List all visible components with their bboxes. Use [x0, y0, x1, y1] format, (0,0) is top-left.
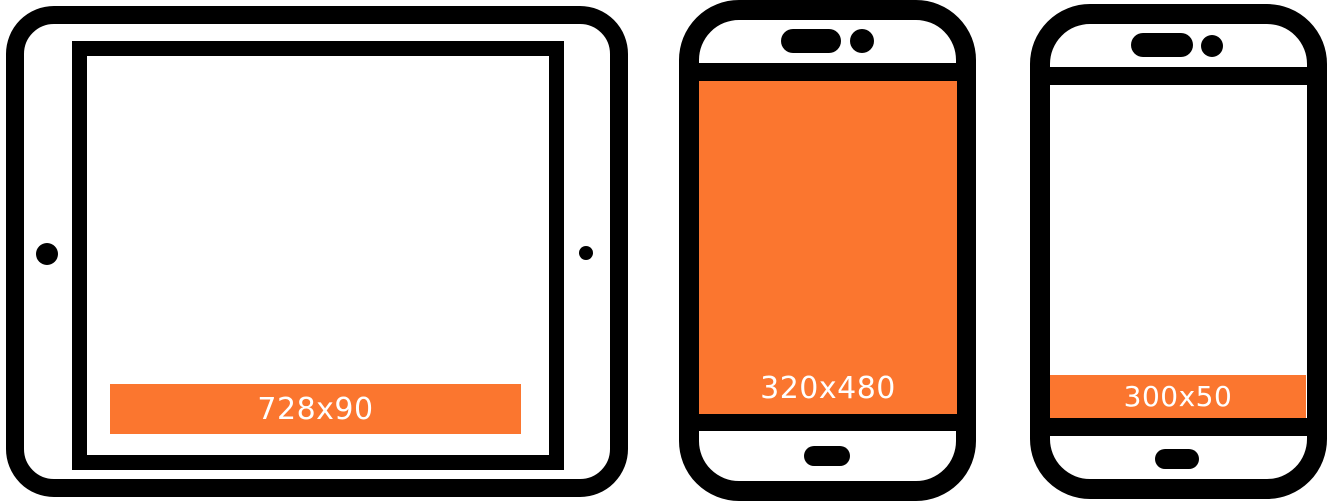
tablet-ad-size-label: 728x90	[257, 391, 374, 427]
phone-1-ad-size-label: 320x480	[760, 371, 896, 406]
phone-1-camera-icon	[850, 29, 874, 53]
ad-sizes-illustration: 728x90 320x480 300x50	[0, 0, 1334, 501]
phone-2-bottom-bezel-line	[1048, 418, 1310, 436]
tablet-home-button-icon	[36, 243, 58, 265]
tablet-camera-icon	[579, 246, 593, 260]
tablet-ad-banner: 728x90	[110, 384, 521, 434]
phone-1-ad-interstitial: 320x480	[699, 81, 957, 414]
phone-1-top-bezel-line	[697, 63, 959, 81]
phone-2-ad-size-label: 300x50	[1123, 380, 1233, 413]
phone-1-bottom-bezel-line	[697, 414, 959, 431]
phone-2-top-bezel-line	[1048, 67, 1310, 85]
phone-1-home-button-icon	[804, 446, 850, 466]
phone-2-camera-icon	[1201, 35, 1223, 57]
phone-2-speaker-icon	[1131, 33, 1193, 57]
phone-2-ad-banner: 300x50	[1050, 375, 1306, 418]
phone-2-home-button-icon	[1155, 449, 1199, 469]
phone-1-speaker-icon	[781, 29, 841, 53]
